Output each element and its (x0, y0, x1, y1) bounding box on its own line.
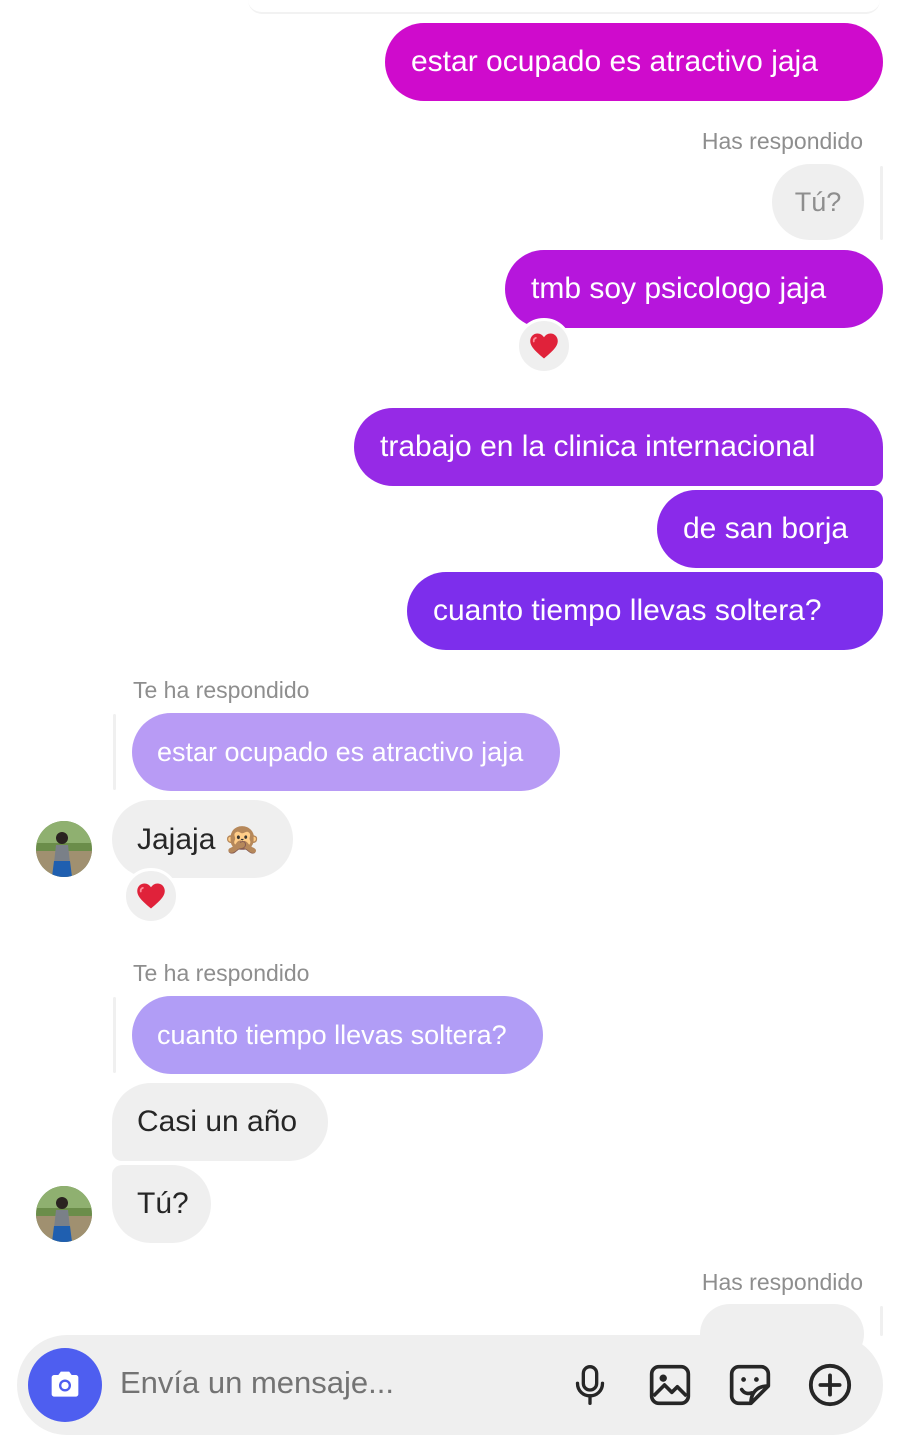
more-button[interactable] (805, 1360, 855, 1410)
avatar[interactable] (36, 821, 92, 877)
message-composer: Envía un mensaje... (17, 1335, 883, 1435)
reply-quote-line (880, 1306, 883, 1336)
reply-quote-line (113, 997, 116, 1073)
sent-message[interactable]: de san borja (657, 490, 883, 568)
reply-quote-text: Tú? (794, 186, 842, 217)
avatar[interactable] (36, 1186, 92, 1242)
received-message[interactable]: Tú? (112, 1165, 211, 1243)
camera-icon (51, 1371, 79, 1397)
sent-message[interactable]: trabajo en la clinica internacional (354, 408, 883, 486)
message-text: Tú? (137, 1187, 189, 1220)
sent-message[interactable]: tmb soy psicologo jaja (505, 250, 883, 328)
message-text: cuanto tiempo llevas soltera? (433, 594, 822, 627)
message-text: Casi un año (137, 1105, 298, 1138)
gallery-button[interactable] (645, 1360, 695, 1410)
camera-button[interactable] (28, 1348, 102, 1422)
sent-message[interactable]: cuanto tiempo llevas soltera? (407, 572, 883, 650)
message-text: de san borja (683, 512, 849, 545)
reply-quote-line (880, 166, 883, 240)
reply-label: Has respondido (701, 128, 863, 154)
reply-label: Te ha respondido (133, 960, 310, 986)
message-input[interactable]: Envía un mensaje... (120, 1365, 394, 1401)
reply-label: Te ha respondido (133, 677, 310, 703)
heart-icon (530, 333, 558, 359)
reply-quote-text: estar ocupado es atractivo jaja (157, 736, 524, 767)
message-text: trabajo en la clinica internacional (380, 430, 816, 463)
reply-quote-line (113, 714, 116, 790)
message-text: estar ocupado es atractivo jaja (411, 45, 818, 78)
received-message[interactable]: Jajaja 🙊 (112, 800, 293, 878)
reply-quote-text: cuanto tiempo llevas soltera? (157, 1019, 507, 1050)
message-text: tmb soy psicologo jaja (531, 272, 827, 305)
reply-quote[interactable]: cuanto tiempo llevas soltera? (132, 996, 543, 1074)
message-text: Jajaja 🙊 (137, 822, 262, 856)
reply-label: Has respondido (701, 1269, 863, 1295)
reply-quote[interactable]: estar ocupado es atractivo jaja (132, 713, 560, 791)
received-message[interactable]: Casi un año (112, 1083, 328, 1161)
sticker-button[interactable] (725, 1360, 775, 1410)
plus-circle-icon (808, 1363, 852, 1407)
microphone-button[interactable] (565, 1360, 615, 1410)
previous-message-edge (248, 0, 880, 14)
microphone-icon (575, 1365, 605, 1405)
sticker-icon (729, 1364, 771, 1406)
sent-message[interactable]: estar ocupado es atractivo jaja (385, 23, 883, 101)
reply-quote[interactable]: Tú? (772, 164, 864, 240)
reaction-badge[interactable] (123, 868, 179, 924)
reaction-badge[interactable] (516, 318, 572, 374)
heart-icon (137, 883, 165, 909)
gallery-icon (649, 1364, 691, 1406)
